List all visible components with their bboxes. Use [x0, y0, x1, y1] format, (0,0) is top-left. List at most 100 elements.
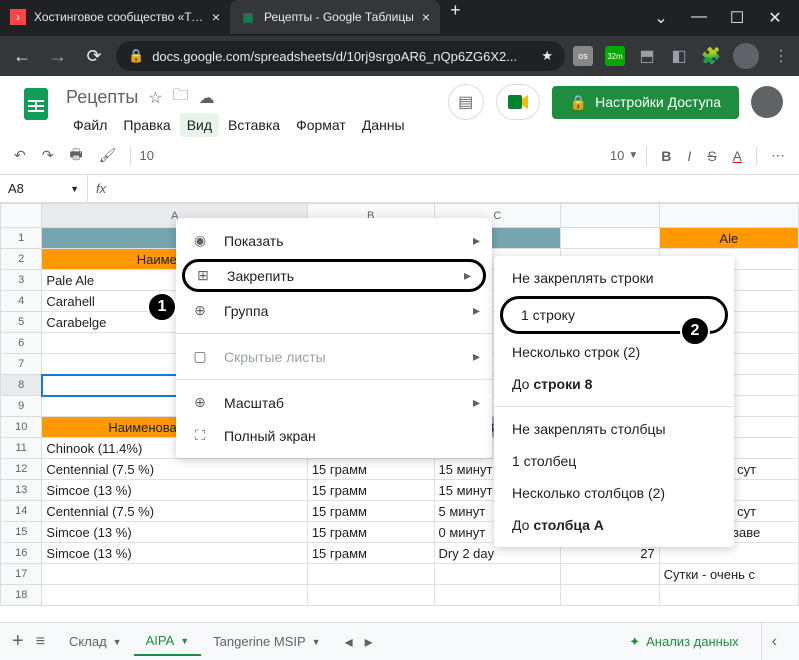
submenu-entry[interactable]: Не закреплять столбцы — [494, 413, 734, 445]
close-window-icon[interactable]: ✕ — [766, 8, 784, 28]
print-button[interactable]: 🖶 — [63, 140, 88, 172]
cell[interactable] — [561, 564, 659, 585]
menu-вид[interactable]: Вид — [180, 113, 219, 137]
back-button[interactable]: ← — [8, 42, 36, 70]
row-header[interactable]: 5 — [1, 312, 42, 333]
menu-icon[interactable]: ⋮ — [771, 46, 791, 66]
cell[interactable]: Simcoe (13 %) — [42, 543, 307, 564]
menu-entry[interactable]: ⛶ Полный экран — [176, 419, 492, 452]
dropdown-icon[interactable]: ▼ — [180, 636, 189, 646]
cell[interactable] — [434, 585, 561, 606]
cell[interactable]: 15 грамм — [307, 459, 434, 480]
submenu-entry[interactable]: До строки 8 — [494, 368, 734, 400]
extension-icon[interactable]: os — [573, 46, 593, 66]
move-icon[interactable]: 🗀 — [173, 84, 189, 111]
extension-icon[interactable]: 32m — [605, 46, 625, 66]
row-header[interactable]: 12 — [1, 459, 42, 480]
paint-format-button[interactable]: 🖌 — [93, 143, 123, 168]
submenu-entry[interactable]: Не закреплять строки — [494, 262, 734, 294]
cell[interactable]: 15 грамм — [307, 543, 434, 564]
cell[interactable] — [42, 564, 307, 585]
side-panel-left-icon[interactable]: ‹ — [772, 633, 777, 651]
redo-button[interactable]: ↷ — [36, 143, 60, 168]
zoom-select[interactable]: 10 — [139, 148, 153, 163]
submenu-entry[interactable]: Несколько столбцов (2) — [494, 477, 734, 509]
browser-tab[interactable]: › Хостинговое сообщество «Time × — [0, 0, 230, 34]
star-icon[interactable]: ★ — [541, 48, 553, 64]
submenu-entry[interactable]: До столбца A — [494, 509, 734, 541]
browser-tab-active[interactable]: ▦ Рецепты - Google Таблицы × — [230, 0, 440, 34]
dropdown-icon[interactable]: ▼ — [113, 637, 122, 647]
row-header[interactable]: 6 — [1, 333, 42, 354]
star-icon[interactable]: ☆ — [148, 88, 162, 108]
row-header[interactable]: 13 — [1, 480, 42, 501]
cell[interactable] — [307, 564, 434, 585]
cell[interactable]: Simcoe (13 %) — [42, 522, 307, 543]
meet-button[interactable] — [496, 84, 540, 120]
cell[interactable] — [42, 585, 307, 606]
row-header[interactable]: 1 — [1, 228, 42, 249]
row-header[interactable]: 11 — [1, 438, 42, 459]
strikethrough-button[interactable]: S — [701, 144, 722, 168]
document-title[interactable]: Рецепты — [66, 87, 138, 108]
dropdown-icon[interactable]: ▼ — [312, 637, 321, 647]
row-header[interactable]: 3 — [1, 270, 42, 291]
text-color-button[interactable]: A — [727, 144, 748, 168]
more-tools-button[interactable]: ⋯ — [765, 143, 791, 168]
row-header[interactable]: 16 — [1, 543, 42, 564]
reload-button[interactable]: ⟳ — [80, 42, 108, 70]
extensions-menu-icon[interactable]: 🧩 — [701, 46, 721, 66]
font-size-select[interactable]: 10 — [610, 148, 624, 163]
close-icon[interactable]: × — [422, 9, 430, 25]
extension-icon[interactable]: ⬒ — [637, 46, 657, 66]
cell[interactable]: Simcoe (13 %) — [42, 480, 307, 501]
cell-reference[interactable]: A8 ▼ — [0, 175, 88, 202]
address-bar[interactable]: 🔒 docs.google.com/spreadsheets/d/10rj9sr… — [116, 41, 565, 71]
cell[interactable] — [659, 585, 798, 606]
sheet-tab[interactable]: AIPA ▼ — [134, 627, 202, 656]
profile-avatar[interactable] — [733, 43, 759, 69]
analyze-data-button[interactable]: ✦ Анализ данных — [619, 628, 748, 656]
italic-button[interactable]: I — [681, 144, 697, 168]
row-header[interactable]: 15 — [1, 522, 42, 543]
row-header[interactable]: 10 — [1, 417, 42, 438]
comments-button[interactable]: ▤ — [448, 84, 484, 120]
row-header[interactable]: 8 — [1, 375, 42, 396]
menu-вставка[interactable]: Вставка — [221, 113, 287, 137]
menu-entry[interactable]: ⊕ Группа ▸ — [176, 294, 492, 327]
cell[interactable]: 15 грамм — [307, 480, 434, 501]
column-header[interactable] — [561, 204, 659, 228]
cell[interactable] — [561, 585, 659, 606]
maximize-icon[interactable]: ☐ — [728, 8, 746, 28]
scroll-left-icon[interactable]: ◂ — [345, 632, 353, 652]
menu-entry[interactable]: ⊕ Масштаб ▸ — [176, 386, 492, 419]
cell[interactable] — [307, 585, 434, 606]
sheet-tab[interactable]: Склад ▼ — [57, 627, 134, 656]
share-button[interactable]: 🔒 Настройки Доступа — [552, 86, 739, 119]
menu-данны[interactable]: Данны — [355, 113, 412, 137]
row-header[interactable]: 4 — [1, 291, 42, 312]
menu-файл[interactable]: Файл — [66, 113, 114, 137]
add-sheet-button[interactable]: + — [12, 630, 24, 653]
menu-entry[interactable]: ◉ Показать ▸ — [176, 224, 492, 257]
row-header[interactable]: 17 — [1, 564, 42, 585]
select-all-corner[interactable] — [1, 204, 42, 228]
row-header[interactable]: 9 — [1, 396, 42, 417]
menu-entry[interactable]: ⊞ Закрепить ▸ — [182, 259, 486, 292]
new-tab-button[interactable]: + — [440, 0, 471, 36]
bold-button[interactable]: B — [655, 144, 677, 168]
close-icon[interactable]: × — [212, 9, 220, 25]
cell[interactable]: 15 грамм — [307, 522, 434, 543]
cloud-icon[interactable]: ☁ — [199, 88, 215, 108]
row-header[interactable]: 2 — [1, 249, 42, 270]
cell[interactable]: 15 грамм — [307, 501, 434, 522]
cell[interactable]: Сутки - очень с — [659, 564, 798, 585]
dropdown-icon[interactable]: ▼ — [70, 184, 79, 194]
extension-icon[interactable]: ◧ — [669, 46, 689, 66]
minimize-icon[interactable]: — — [690, 8, 708, 28]
cell[interactable]: Centennial (7.5 %) — [42, 501, 307, 522]
column-header[interactable] — [659, 204, 798, 228]
all-sheets-button[interactable]: ≡ — [36, 633, 45, 651]
submenu-entry[interactable]: 1 столбец — [494, 445, 734, 477]
user-avatar[interactable] — [751, 86, 783, 118]
